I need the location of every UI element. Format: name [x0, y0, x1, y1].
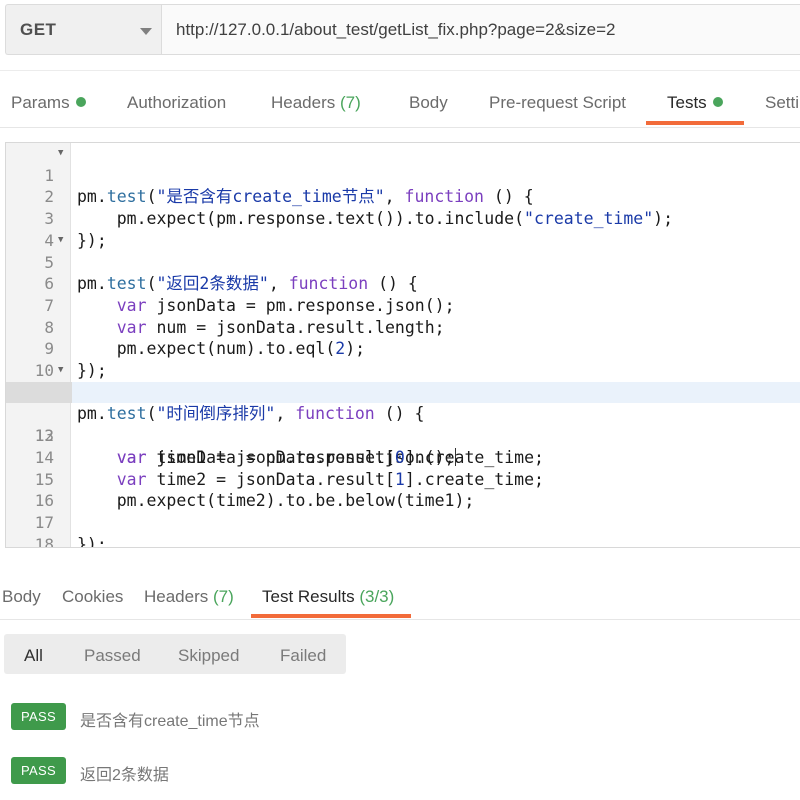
- tab-pre-request-label: Pre-request Script: [489, 93, 626, 112]
- url-input[interactable]: http://127.0.0.1/about_test/getList_fix.…: [161, 4, 800, 55]
- code-line: 1 ▼ pm.test("是否含有create_time节点", function…: [6, 143, 800, 206]
- code-editor[interactable]: 1 ▼ pm.test("是否含有create_time节点", function…: [5, 142, 800, 548]
- test-result-row: PASS 返回2条数据: [11, 757, 791, 785]
- response-tab-headers[interactable]: Headers (7): [144, 587, 234, 607]
- active-tab-indicator: [646, 121, 744, 125]
- chevron-down-icon: [140, 28, 152, 35]
- tab-headers-label: Headers: [271, 93, 336, 112]
- method-label: GET: [20, 20, 57, 39]
- tab-headers[interactable]: Headers (7): [271, 93, 361, 113]
- test-result-name: 返回2条数据: [80, 767, 169, 784]
- tab-headers-count: (7): [340, 93, 361, 112]
- tab-authorization[interactable]: Authorization: [127, 93, 226, 113]
- tab-params-label: Params: [11, 93, 70, 112]
- tab-pre-request-script[interactable]: Pre-request Script: [489, 93, 626, 113]
- tab-tests-label: Tests: [667, 93, 707, 112]
- tab-settings[interactable]: Setti: [765, 93, 799, 113]
- filter-failed[interactable]: Failed: [280, 646, 326, 666]
- test-result-name: 是否含有create_time节点: [80, 713, 260, 730]
- tab-authorization-label: Authorization: [127, 93, 227, 112]
- filter-skipped[interactable]: Skipped: [178, 646, 239, 666]
- code-line: 3 });: [6, 186, 800, 250]
- status-dot-icon: [712, 97, 723, 107]
- response-tab-test-results-label: Test Results: [262, 587, 355, 606]
- tab-tests[interactable]: Tests: [667, 93, 723, 113]
- tab-body[interactable]: Body: [409, 93, 448, 113]
- url-text: http://127.0.0.1/about_test/getList_fix.…: [176, 20, 616, 39]
- fold-arrow-icon[interactable]: ▼: [58, 143, 63, 165]
- request-tabs: Params Authorization Headers (7) Body Pr…: [0, 70, 800, 128]
- code-line: 15 pm.expect(time2).to.be.below(time1);: [6, 447, 800, 511]
- response-tabs: Body Cookies Headers (7) Test Results (3…: [0, 566, 800, 620]
- test-result-row: PASS 是否含有create_time节点: [11, 703, 791, 731]
- code-line: 4: [6, 208, 800, 250]
- response-tab-cookies[interactable]: Cookies: [62, 587, 123, 607]
- code-line: 19: [6, 534, 800, 547]
- code-line: 17 });: [6, 490, 800, 547]
- code-line: 16: [6, 469, 800, 510]
- code-line-current: 12 var jsonData = pm.response.json();: [6, 381, 800, 467]
- response-tab-test-results[interactable]: Test Results (3/3): [262, 587, 394, 607]
- tab-params[interactable]: Params: [11, 93, 86, 113]
- active-response-tab-indicator: [251, 614, 411, 618]
- pass-badge: PASS: [11, 757, 66, 784]
- code-line: 9 });: [6, 317, 800, 380]
- fold-arrow-icon[interactable]: ▼: [58, 360, 63, 382]
- response-tab-headers-label: Headers: [144, 587, 209, 606]
- code-line: 6 var jsonData = pm.response.json();: [6, 252, 800, 315]
- request-bar: GET http://127.0.0.1/about_test/getList_…: [0, 0, 800, 60]
- pass-badge: PASS: [11, 703, 66, 730]
- code-line: 2 pm.expect(pm.response.text()).to.inclu…: [6, 165, 800, 228]
- response-tab-cookies-label: Cookies: [62, 587, 124, 606]
- method-select[interactable]: GET: [5, 4, 161, 55]
- tab-settings-label: Setti: [765, 93, 800, 112]
- response-tab-headers-count: (7): [213, 587, 234, 606]
- fold-arrow-icon[interactable]: ▼: [58, 230, 63, 252]
- response-tab-test-results-count: (3/3): [359, 587, 395, 606]
- code-line: 5 ▼ pm.test("返回2条数据", function () {: [6, 230, 800, 293]
- code-line: 8 pm.expect(num).to.eql(2);: [6, 295, 800, 359]
- code-line: 14 var time2 = jsonData.result[1].create…: [6, 425, 800, 489]
- code-line: 13 var time1 = jsonData.result[0].create…: [6, 403, 800, 467]
- result-filter-group: All Passed Skipped Failed: [4, 634, 346, 674]
- filter-passed[interactable]: Passed: [84, 646, 141, 666]
- response-tab-body[interactable]: Body: [2, 587, 41, 607]
- code-line: 18: [6, 512, 800, 547]
- filter-all[interactable]: All: [24, 646, 43, 666]
- code-line: 11▼ pm.test("时间倒序排列", function () {: [6, 360, 800, 423]
- status-dot-icon: [75, 97, 86, 107]
- tab-body-label: Body: [409, 93, 448, 112]
- code-line: 10: [6, 338, 800, 380]
- response-tab-body-label: Body: [2, 587, 41, 606]
- code-line: 7 var num = jsonData.result.length;: [6, 273, 800, 337]
